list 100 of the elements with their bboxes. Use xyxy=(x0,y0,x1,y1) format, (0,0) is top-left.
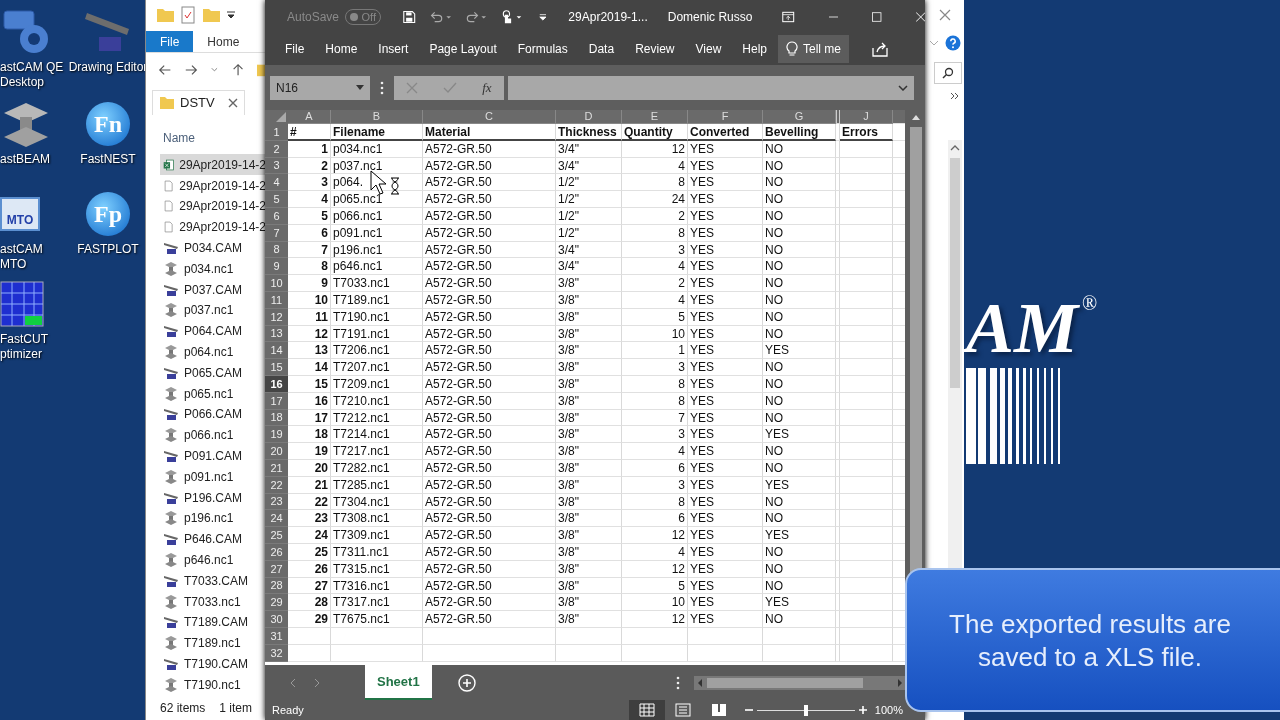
file-item[interactable]: P646.CAM xyxy=(160,528,266,550)
file-item[interactable]: p066.nc1 xyxy=(160,424,266,446)
zoom-out-icon[interactable] xyxy=(744,706,753,714)
view-button[interactable] xyxy=(628,700,665,720)
user-name[interactable]: Domenic Russo xyxy=(667,9,753,24)
ribbon-tab[interactable]: File xyxy=(146,30,194,52)
file-item[interactable]: T7190.CAM xyxy=(160,653,266,675)
column-header[interactable]: E xyxy=(622,110,688,124)
save-icon[interactable] xyxy=(403,8,416,25)
nc-file-icon xyxy=(163,593,179,610)
file-item[interactable]: P037.CAM xyxy=(160,279,266,301)
icon-label[interactable]: Drawing Editor xyxy=(68,60,148,75)
icon-label[interactable]: FastCUT ptimizer xyxy=(0,332,64,362)
file-item[interactable]: 29Apr2019-14-2 xyxy=(160,175,266,197)
more-icon[interactable] xyxy=(380,80,384,95)
column-header[interactable]: A xyxy=(288,110,331,124)
insert-function-button[interactable]: fx xyxy=(482,79,492,96)
ribbon-tab[interactable]: Home xyxy=(315,33,368,65)
file-item[interactable]: P066.CAM xyxy=(160,404,266,425)
column-header[interactable]: Name xyxy=(146,117,266,151)
row-header[interactable]: 1 xyxy=(265,124,288,141)
scroll-thumb[interactable] xyxy=(706,677,863,688)
scroll-thumb[interactable] xyxy=(950,158,960,388)
file-item[interactable]: p196.nc1 xyxy=(160,508,266,529)
file-item[interactable]: p034.nc1 xyxy=(160,258,266,280)
column-header[interactable]: G xyxy=(763,110,836,124)
file-item[interactable]: 29Apr2019-14-2 xyxy=(160,216,266,238)
column-header[interactable]: B xyxy=(331,110,423,124)
ribbon-tab[interactable]: Formulas xyxy=(507,33,578,65)
file-item[interactable]: P196.CAM xyxy=(160,487,266,508)
row-header[interactable]: 19 xyxy=(265,426,288,444)
row-header[interactable]: 20 xyxy=(265,443,288,460)
file-item[interactable]: P064.CAM xyxy=(160,320,266,342)
row-header[interactable]: 25 xyxy=(265,527,288,544)
file-item[interactable]: p037.nc1 xyxy=(160,300,266,321)
zoom-slider[interactable] xyxy=(744,706,867,714)
scrollbar[interactable] xyxy=(693,675,906,690)
file-item[interactable]: p091.nc1 xyxy=(160,466,266,488)
file-item[interactable]: T7033.nc1 xyxy=(160,591,266,612)
name-box[interactable]: N16 xyxy=(270,75,370,100)
icon-label[interactable]: astBEAM xyxy=(0,152,64,167)
file-item[interactable]: T7033.CAM xyxy=(160,570,266,592)
close-icon[interactable] xyxy=(227,97,238,108)
icon-label[interactable]: astCAM MTO xyxy=(0,242,64,272)
file-item[interactable]: p646.nc1 xyxy=(160,549,266,571)
file-item[interactable]: P034.CAM xyxy=(160,237,266,259)
ribbon-tab[interactable]: Data xyxy=(578,33,625,65)
sheet-tab[interactable]: Sheet1 xyxy=(365,665,432,700)
ribbon-tab[interactable]: Review xyxy=(625,33,685,65)
chevron-right-icon[interactable] xyxy=(950,91,960,101)
row-header[interactable]: 5 xyxy=(265,191,288,208)
file-item[interactable]: T7190.nc1 xyxy=(160,674,266,696)
scroll-up-icon[interactable] xyxy=(950,144,960,152)
more-icon[interactable] xyxy=(675,675,680,690)
maximize-icon[interactable] xyxy=(872,10,882,23)
row-header[interactable]: 29 xyxy=(265,594,288,612)
row-header[interactable]: 24 xyxy=(265,510,288,528)
add-sheet-icon[interactable] xyxy=(457,673,476,692)
share-icon[interactable] xyxy=(871,41,889,57)
up-icon[interactable] xyxy=(231,61,246,78)
zoom-level[interactable]: 100% xyxy=(874,704,903,716)
check-icon[interactable] xyxy=(443,81,458,94)
column-header[interactable]: J xyxy=(840,110,893,124)
row-header[interactable]: 9 xyxy=(265,258,288,276)
grid-icon[interactable] xyxy=(0,281,44,327)
column-header[interactable]: C xyxy=(423,110,556,124)
slider-thumb[interactable] xyxy=(803,704,808,716)
icon-label[interactable]: astCAM QE Desktop xyxy=(0,60,64,90)
scroll-up-icon[interactable] xyxy=(910,113,921,121)
ribbon-tab[interactable]: Home xyxy=(193,30,254,52)
ribbon-tab[interactable]: Help xyxy=(732,33,777,65)
row-header[interactable]: 14 xyxy=(265,342,288,360)
search-field[interactable] xyxy=(934,62,962,84)
ribbon-display-icon[interactable] xyxy=(782,9,795,24)
help-icon[interactable] xyxy=(945,35,961,51)
file-item[interactable]: T7189.CAM xyxy=(160,612,266,633)
ribbon-tab[interactable]: View xyxy=(685,33,732,65)
icon-label[interactable]: FASTPLOT xyxy=(77,242,139,257)
ribbon-tab[interactable]: Page Layout xyxy=(419,33,507,65)
row-header[interactable]: 4 xyxy=(265,174,288,192)
row-header[interactable]: 10 xyxy=(265,275,288,292)
zoom-in-icon[interactable] xyxy=(858,706,867,714)
app-icon[interactable]: MTO xyxy=(0,197,40,231)
icon-label[interactable]: FastNEST xyxy=(80,152,136,167)
file-item[interactable]: p065.nc1 xyxy=(160,383,266,405)
column-header[interactable]: D xyxy=(556,110,622,124)
file-item[interactable]: p064.nc1 xyxy=(160,341,266,363)
row-header[interactable]: 30 xyxy=(265,611,288,628)
column-header[interactable]: F xyxy=(688,110,763,124)
file-item[interactable]: P065.CAM xyxy=(160,362,266,384)
ribbon-tab[interactable]: File xyxy=(275,33,315,65)
ribbon-tab[interactable]: Insert xyxy=(368,33,419,65)
row-header[interactable]: 15 xyxy=(265,359,288,376)
file-item[interactable]: T7189.nc1 xyxy=(160,632,266,654)
formula-field[interactable] xyxy=(508,75,914,100)
file-item[interactable]: P091.CAM xyxy=(160,445,266,467)
file-item[interactable]: 29Apr2019-14-2 xyxy=(160,196,266,217)
file-item[interactable]: 29Apr2019-14-2 xyxy=(160,154,266,176)
tell-me-button[interactable]: Tell me xyxy=(778,35,849,63)
close-icon[interactable] xyxy=(939,9,951,21)
